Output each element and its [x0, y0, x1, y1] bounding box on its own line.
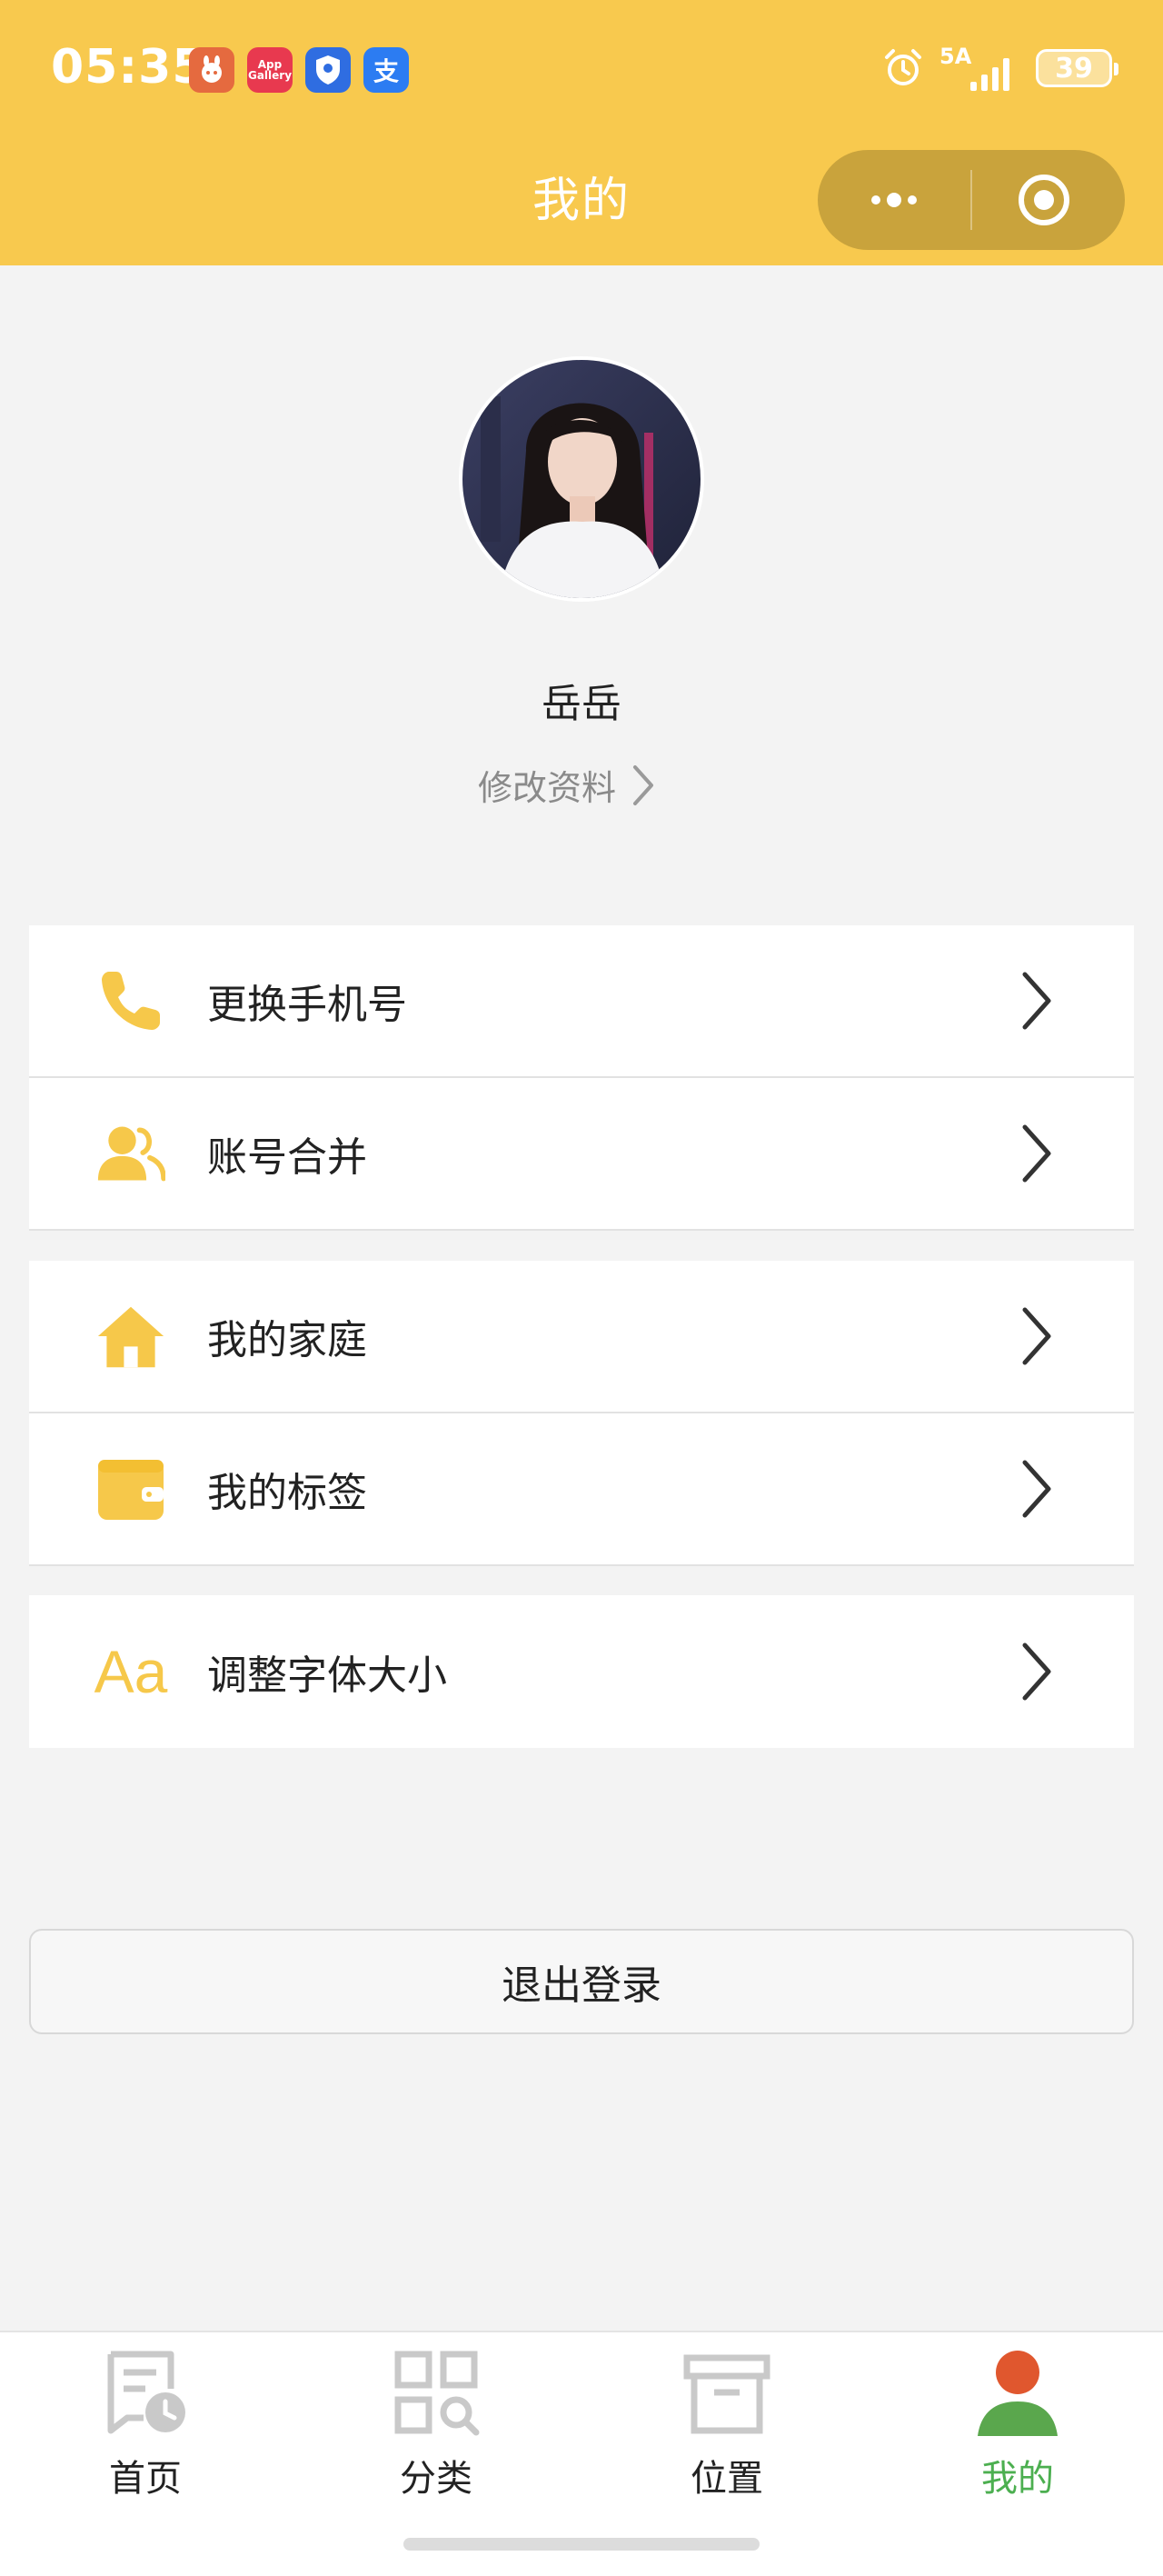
menu-group-account: 更换手机号 账号合并 — [29, 925, 1134, 1231]
app-gallery-icon: App Gallery — [247, 47, 293, 93]
battery-level: 39 — [1055, 52, 1093, 85]
category-icon — [394, 2351, 480, 2436]
menu-item-merge-account[interactable]: 账号合并 — [29, 1078, 1134, 1231]
header-bar: 05:35 App Gallery 支 5A 39 我的 — [0, 0, 1163, 265]
tab-home[interactable]: 首页 — [0, 2332, 291, 2514]
logout-button[interactable]: 退出登录 — [29, 1929, 1134, 2034]
notification-icons: App Gallery 支 — [189, 47, 409, 93]
alipay-icon: 支 — [363, 47, 409, 93]
chevron-right-icon — [1022, 1460, 1051, 1518]
box-icon — [683, 2354, 770, 2434]
menu-group-display: Aa 调整字体大小 — [29, 1595, 1134, 1748]
app-gallery-text: App Gallery — [247, 58, 293, 82]
capsule-divider — [970, 170, 972, 230]
status-bar: 05:35 App Gallery 支 5A 39 — [0, 0, 1163, 145]
rabbit-app-icon — [189, 47, 234, 93]
chevron-right-icon — [1022, 972, 1051, 1030]
profile-icon — [978, 2351, 1058, 2436]
menu-item-my-tags[interactable]: 我的标签 — [29, 1413, 1134, 1566]
user-name: 岳岳 — [542, 681, 621, 727]
edit-profile-label: 修改资料 — [478, 768, 617, 808]
home-indicator[interactable] — [403, 2538, 760, 2551]
phone-icon — [96, 966, 165, 1035]
chevron-right-icon — [1022, 1307, 1051, 1365]
avatar-image — [462, 360, 701, 598]
menu-label: 调整字体大小 — [207, 1652, 447, 1699]
menu-label: 更换手机号 — [207, 982, 407, 1028]
menu-group-family: 我的家庭 我的标签 — [29, 1261, 1134, 1566]
menu-label: 我的标签 — [207, 1470, 367, 1516]
signal-icon: 5A — [939, 44, 1021, 93]
close-target-icon[interactable] — [1016, 172, 1072, 228]
chevron-right-icon — [1022, 1124, 1051, 1183]
menu-item-my-family[interactable]: 我的家庭 — [29, 1261, 1134, 1413]
menu-label: 账号合并 — [207, 1134, 367, 1181]
tab-label: 位置 — [691, 2458, 763, 2500]
tab-label: 分类 — [400, 2458, 472, 2500]
more-icon[interactable] — [867, 180, 921, 220]
chevron-right-icon — [1022, 1642, 1051, 1701]
tab-label: 首页 — [109, 2458, 182, 2500]
network-label: 5A — [939, 44, 972, 69]
menu-label: 我的家庭 — [207, 1317, 367, 1363]
tab-profile[interactable]: 我的 — [872, 2332, 1163, 2514]
signal-bars — [970, 56, 1009, 91]
alarm-icon — [885, 49, 921, 85]
edit-profile-link[interactable]: 修改资料 — [478, 760, 656, 810]
home-icon — [96, 1302, 165, 1371]
home-doc-icon — [107, 2351, 185, 2434]
alipay-text: 支 — [373, 56, 399, 86]
avatar[interactable] — [459, 356, 704, 602]
wallet-icon — [96, 1454, 165, 1523]
font-size-icon-text: Aa — [94, 1638, 168, 1705]
users-icon — [96, 1119, 165, 1188]
tab-label: 我的 — [981, 2458, 1054, 2500]
menu-item-font-size[interactable]: Aa 调整字体大小 — [29, 1595, 1134, 1748]
chevron-right-icon — [633, 764, 654, 805]
battery-icon: 39 — [1036, 49, 1118, 87]
font-size-icon: Aa — [94, 1637, 168, 1706]
tab-category[interactable]: 分类 — [291, 2332, 582, 2514]
tab-location[interactable]: 位置 — [582, 2332, 872, 2514]
menu-item-change-phone[interactable]: 更换手机号 — [29, 925, 1134, 1078]
mini-program-capsule — [818, 150, 1125, 250]
status-time: 05:35 — [51, 40, 206, 95]
system-status: 5A 39 — [881, 44, 1118, 93]
shield-app-icon — [305, 47, 351, 93]
